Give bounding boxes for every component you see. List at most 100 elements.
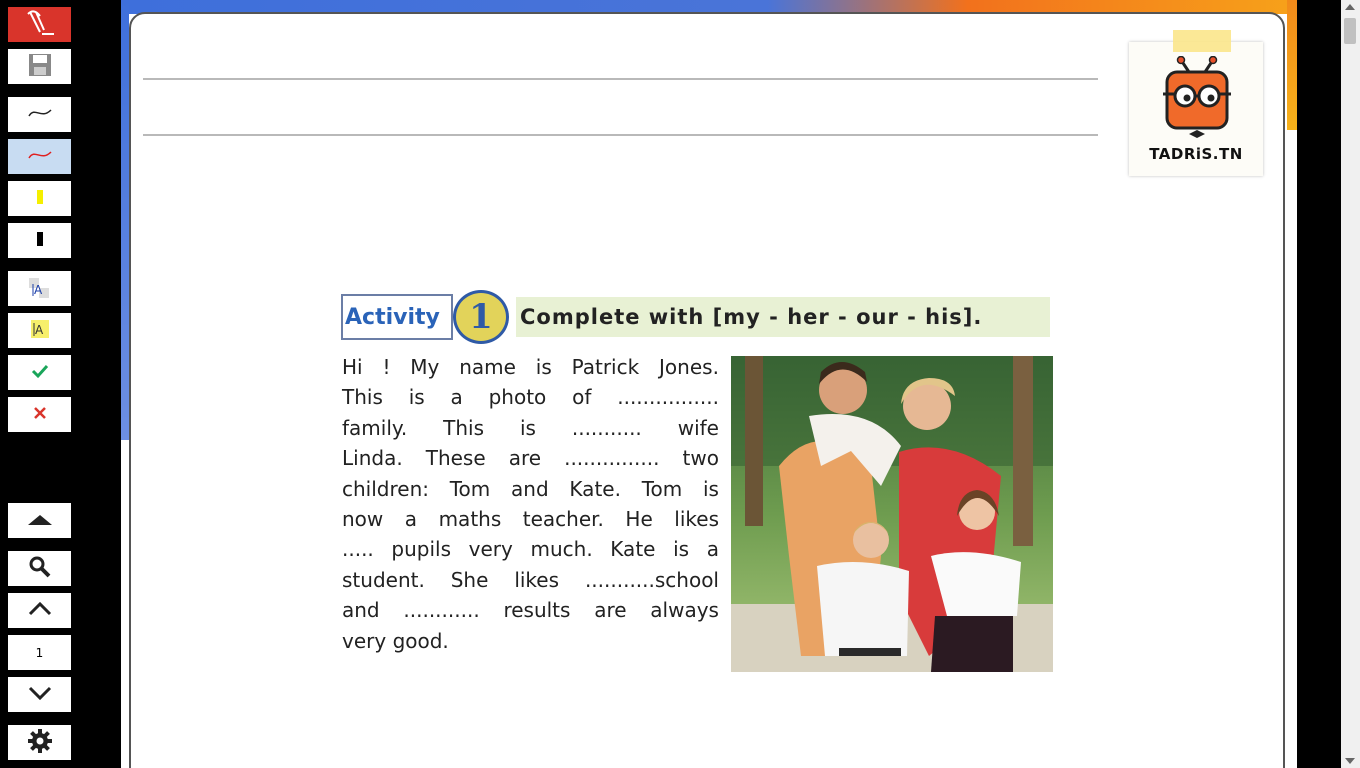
clear-button[interactable] bbox=[8, 397, 71, 432]
svg-text:A: A bbox=[35, 323, 44, 337]
marker-black-button[interactable] bbox=[8, 223, 71, 258]
passage-word: are bbox=[594, 598, 627, 623]
scroll-up-arrow-icon[interactable] bbox=[1345, 4, 1355, 10]
annotation-toolbar: A A 1 bbox=[0, 0, 78, 768]
passage-word: results bbox=[503, 598, 571, 623]
passage-word: are bbox=[508, 446, 542, 471]
text-tool-button[interactable]: A bbox=[8, 271, 71, 306]
scroll-top-button[interactable] bbox=[8, 503, 71, 538]
passage-word: Hi bbox=[342, 355, 363, 379]
pen-logo-icon bbox=[20, 8, 60, 42]
chevron-down-icon bbox=[28, 685, 52, 704]
page-up-button[interactable] bbox=[8, 593, 71, 628]
close-icon bbox=[32, 405, 48, 425]
red-pen-line-icon bbox=[27, 147, 53, 166]
passage-word: maths bbox=[438, 507, 502, 532]
passage-word: student. bbox=[342, 567, 425, 592]
passage-word: name bbox=[459, 355, 516, 379]
activity-label-box: Activity bbox=[341, 294, 453, 340]
passage-word: ...........school bbox=[584, 567, 719, 592]
passage-word: is bbox=[673, 537, 690, 562]
instruction-bar: Complete with [my - her - our - his]. bbox=[516, 297, 1050, 337]
passage-word: very bbox=[468, 537, 513, 562]
passage-word: likes bbox=[674, 507, 719, 532]
passage-word: ............ bbox=[403, 598, 480, 623]
ruled-line bbox=[143, 134, 1098, 136]
passage-word: Tom bbox=[641, 476, 683, 501]
yellow-highlighter-icon bbox=[35, 189, 45, 209]
passage-word: ........... bbox=[571, 415, 642, 440]
passage-word: a bbox=[404, 507, 418, 532]
text-highlight-button[interactable]: A bbox=[8, 313, 71, 348]
check-icon bbox=[30, 363, 50, 383]
passage-word: ................ bbox=[617, 385, 719, 410]
passage-word: My bbox=[410, 355, 440, 379]
search-button[interactable] bbox=[8, 551, 71, 586]
instruction-text: Complete with [my - her - our - his]. bbox=[520, 305, 983, 329]
passage-word: and bbox=[342, 598, 380, 623]
ruled-line bbox=[143, 78, 1098, 80]
activity-header: Activity 1 Complete with [my - her - our… bbox=[341, 287, 1053, 347]
passage-line: children: Tom and Kate. Tom is bbox=[342, 474, 719, 504]
passage-word: likes bbox=[514, 567, 560, 592]
page-right-border bbox=[1287, 0, 1297, 130]
save-button[interactable] bbox=[8, 49, 71, 84]
activity-label: Activity bbox=[345, 304, 440, 330]
highlighted-text-a-icon: A bbox=[29, 318, 51, 344]
activity-number: 1 bbox=[469, 297, 493, 337]
scroll-top-icon bbox=[27, 511, 53, 530]
scroll-down-arrow-icon[interactable] bbox=[1345, 758, 1355, 764]
page-number-field[interactable]: 1 bbox=[8, 635, 71, 670]
logo-text: TADRiS.TN bbox=[1149, 145, 1243, 163]
page-down-button[interactable] bbox=[8, 677, 71, 712]
settings-button[interactable] bbox=[8, 725, 71, 760]
passage-word: always bbox=[650, 598, 719, 623]
passage-word: wife bbox=[677, 415, 719, 440]
passage-word: Kate bbox=[610, 537, 656, 562]
svg-text:A: A bbox=[34, 283, 43, 297]
chevron-up-icon bbox=[28, 601, 52, 620]
passage-word: now bbox=[342, 507, 384, 532]
passage-word: photo bbox=[488, 385, 547, 410]
passage-word: a bbox=[450, 385, 463, 410]
page-left-border bbox=[121, 0, 129, 440]
confirm-button[interactable] bbox=[8, 355, 71, 390]
passage-word: a bbox=[706, 537, 719, 562]
gear-icon bbox=[27, 728, 53, 758]
document-viewer[interactable]: TADRiS.TN Activity 1 Complete with [my -… bbox=[121, 0, 1297, 768]
passage-line: ..... pupils very much. Kate is a bbox=[342, 534, 719, 564]
passage-word: Linda. bbox=[342, 446, 403, 471]
passage-word: She bbox=[450, 567, 489, 592]
passage-word: ..... bbox=[342, 537, 374, 562]
floppy-disk-icon bbox=[27, 52, 53, 82]
text-a-icon: A bbox=[27, 274, 53, 304]
search-icon bbox=[28, 555, 52, 583]
passage-word: He bbox=[625, 507, 653, 532]
passage-word: ............... bbox=[564, 446, 660, 471]
tadris-logo: TADRiS.TN bbox=[1129, 30, 1263, 176]
passage-word: This bbox=[443, 415, 485, 440]
passage-line: and............ results are always bbox=[342, 595, 719, 625]
family-photo bbox=[731, 356, 1053, 672]
pen-red-button[interactable] bbox=[8, 139, 71, 174]
vertical-scrollbar[interactable] bbox=[1341, 0, 1360, 768]
black-pen-line-icon bbox=[27, 105, 53, 124]
passage-word: teacher. bbox=[522, 507, 604, 532]
passage-line: student. She likes ...........school bbox=[342, 565, 719, 595]
passage-word: Kate. bbox=[569, 476, 621, 501]
passage-word: family. bbox=[342, 415, 408, 440]
black-marker-icon bbox=[35, 231, 45, 251]
passage-word: much. bbox=[530, 537, 593, 562]
activity-number-badge: 1 bbox=[453, 290, 509, 344]
passage-line: very good. bbox=[342, 626, 719, 656]
passage-word: of bbox=[572, 385, 592, 410]
page-number: 1 bbox=[35, 645, 44, 660]
highlighter-yellow-button[interactable] bbox=[8, 181, 71, 216]
passage-word: pupils bbox=[391, 537, 452, 562]
passage-word: children: bbox=[342, 476, 429, 501]
passage-word: very bbox=[342, 628, 387, 653]
passage-line: Linda. These are............... two bbox=[342, 443, 719, 473]
scrollbar-thumb[interactable] bbox=[1344, 18, 1356, 44]
pen-black-button[interactable] bbox=[8, 97, 71, 132]
annotation-logo-button[interactable] bbox=[8, 7, 71, 42]
